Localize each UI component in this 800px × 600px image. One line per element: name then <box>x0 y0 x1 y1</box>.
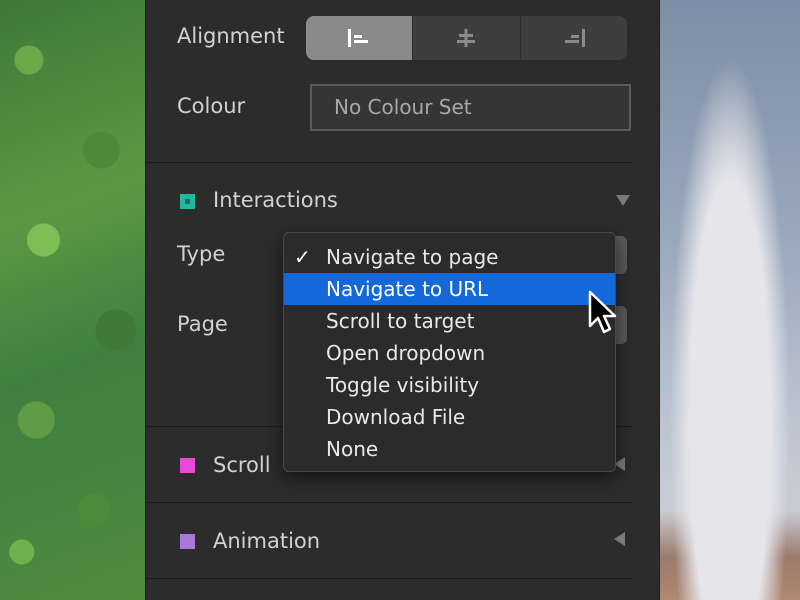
align-right-button[interactable] <box>521 16 627 60</box>
menu-item-none[interactable]: None <box>284 433 615 465</box>
alignment-label: Alignment <box>177 24 285 48</box>
menu-item-label: Navigate to URL <box>326 277 489 301</box>
menu-item-label: Navigate to page <box>326 245 499 269</box>
colour-label: Colour <box>177 94 246 118</box>
type-select-stepper[interactable] <box>615 236 627 274</box>
animation-section-title[interactable]: Animation <box>213 529 320 553</box>
menu-item-label: Scroll to target <box>326 309 475 333</box>
menu-item-navigate-to-page[interactable]: ✓ Navigate to page <box>284 241 615 273</box>
menu-item-download-file[interactable]: Download File <box>284 401 615 433</box>
menu-item-label: None <box>326 437 379 461</box>
section-divider <box>146 162 632 163</box>
alignment-segmented-control <box>306 16 627 60</box>
scroll-section-title[interactable]: Scroll <box>213 453 271 477</box>
menu-item-scroll-to-target[interactable]: Scroll to target <box>284 305 615 337</box>
align-left-button[interactable] <box>306 16 414 60</box>
mouse-cursor-icon <box>588 290 617 334</box>
menu-item-label: Download File <box>326 405 466 429</box>
forest-background <box>0 0 145 600</box>
expand-triangle-icon[interactable] <box>614 532 625 546</box>
section-divider <box>146 578 632 579</box>
menu-item-label: Open dropdown <box>326 341 486 365</box>
page-label: Page <box>177 312 228 336</box>
interactions-color-swatch <box>180 194 195 209</box>
sky-background <box>660 0 800 600</box>
menu-item-label: Toggle visibility <box>326 373 480 397</box>
align-center-icon <box>457 29 476 47</box>
interaction-type-dropdown-menu: ✓ Navigate to page Navigate to URL Scrol… <box>283 232 616 472</box>
animation-color-swatch <box>180 534 195 549</box>
menu-item-toggle-visibility[interactable]: Toggle visibility <box>284 369 615 401</box>
align-center-button[interactable] <box>413 16 521 60</box>
checkmark-icon: ✓ <box>294 245 311 269</box>
scroll-color-swatch <box>180 458 195 473</box>
align-right-icon <box>564 29 585 47</box>
align-left-icon <box>348 29 369 47</box>
interactions-section-title[interactable]: Interactions <box>213 188 338 212</box>
section-divider <box>146 502 632 503</box>
colour-field[interactable]: No Colour Set <box>310 84 631 131</box>
collapse-triangle-icon[interactable] <box>616 195 630 206</box>
type-label: Type <box>177 242 226 266</box>
menu-item-open-dropdown[interactable]: Open dropdown <box>284 337 615 369</box>
menu-item-navigate-to-url[interactable]: Navigate to URL <box>284 273 615 305</box>
